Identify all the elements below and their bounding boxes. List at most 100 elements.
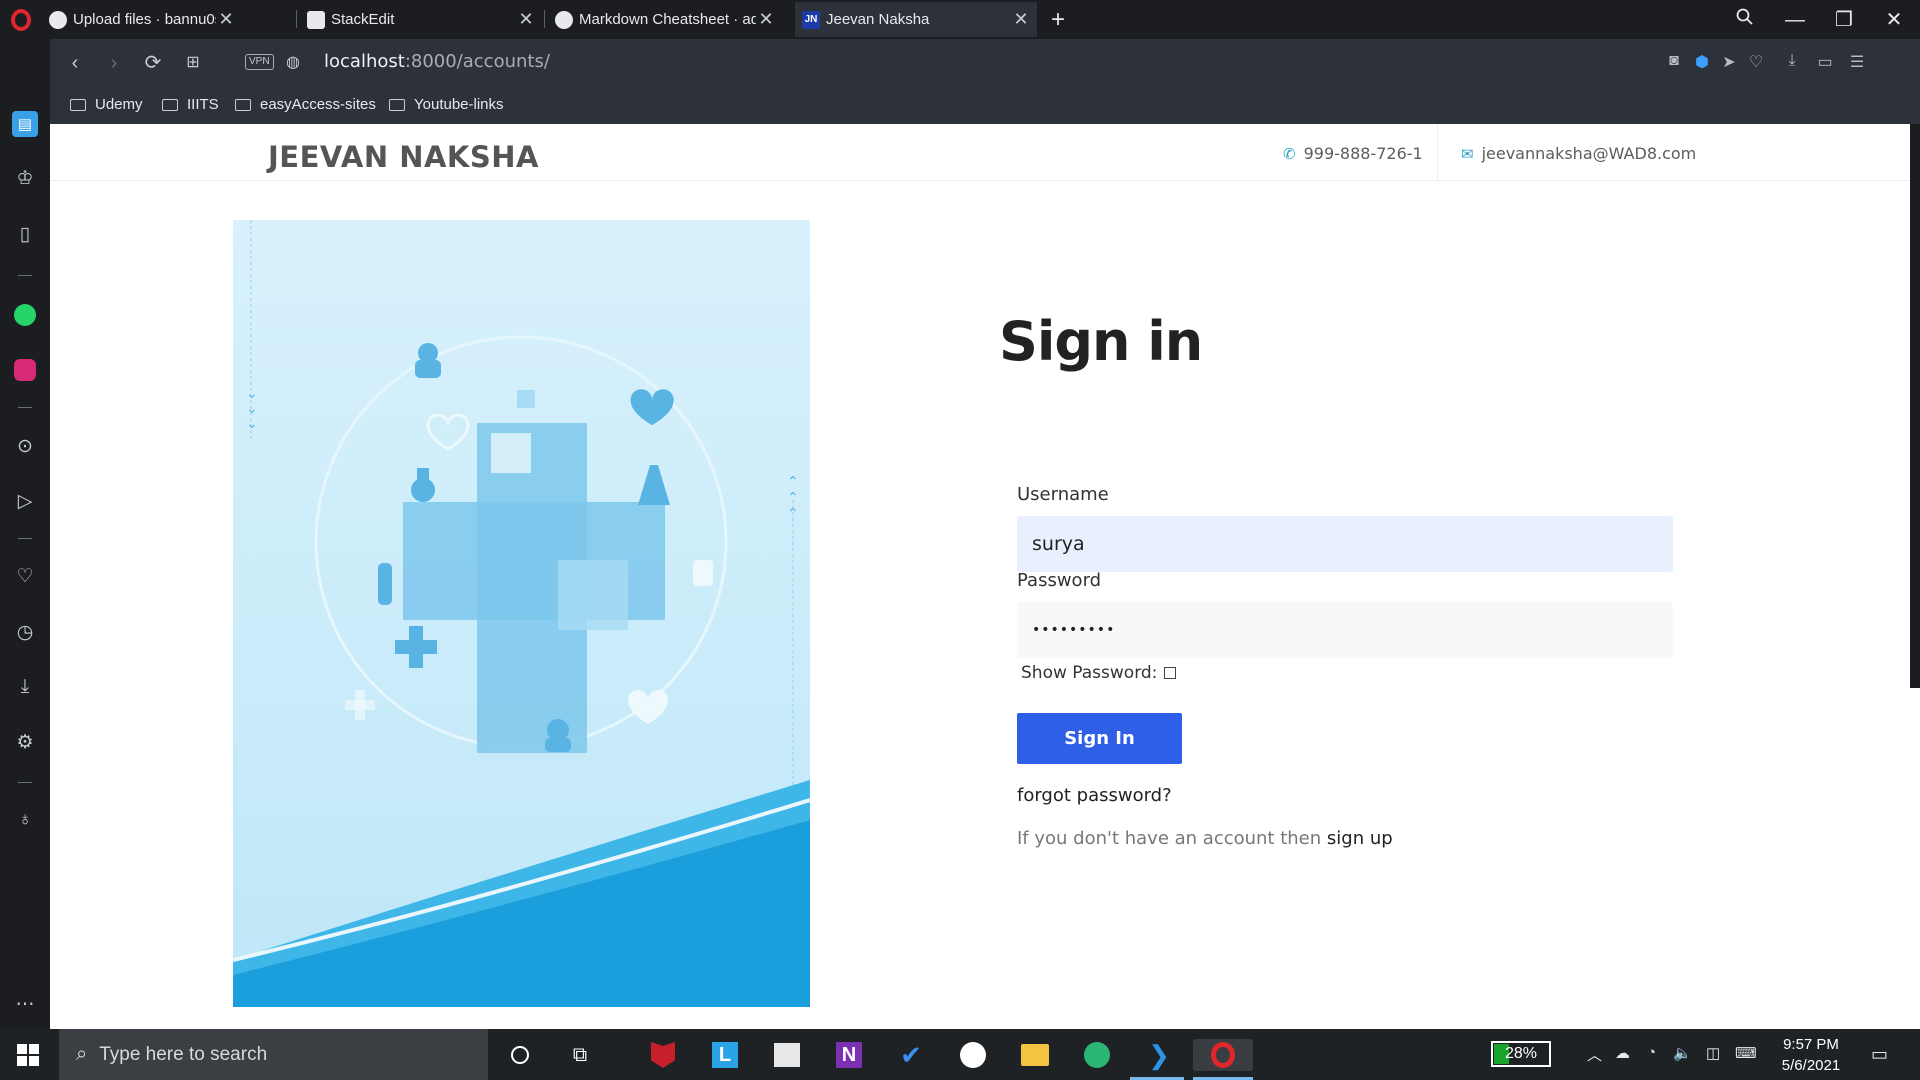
system-clock[interactable]: 9:57 PM 5/6/2021 bbox=[1773, 1034, 1849, 1076]
heart-icon[interactable]: ♡ bbox=[1745, 52, 1767, 72]
notification-icon[interactable]: ▭ bbox=[1871, 1044, 1888, 1065]
tab-title: StackEdit bbox=[331, 11, 395, 28]
microsoft-store-icon[interactable] bbox=[771, 1039, 803, 1071]
folder-icon bbox=[70, 98, 86, 111]
send-icon[interactable]: ▷ bbox=[12, 488, 38, 514]
web-page: JEEVAN NAKSHA ✆ 999-888-726-1 ✉ jeevannaks… bbox=[50, 124, 1909, 1029]
meet-now-icon[interactable]: ◫ bbox=[1706, 1044, 1720, 1062]
search-placeholder: Type here to search bbox=[99, 1043, 268, 1065]
wifi-icon[interactable]: ◔ bbox=[1647, 1044, 1656, 1061]
battery-indicator[interactable]: 28% bbox=[1491, 1041, 1551, 1067]
folder-icon bbox=[162, 98, 178, 111]
file-explorer-icon[interactable] bbox=[1019, 1039, 1051, 1071]
settings-gear-icon[interactable]: ⚙ bbox=[12, 729, 38, 755]
download-icon[interactable]: ⤓ bbox=[12, 674, 38, 700]
snapshot-icon[interactable]: ◙ bbox=[1663, 52, 1685, 70]
page-scrollbar[interactable] bbox=[1909, 124, 1920, 1029]
clock-date: 5/6/2021 bbox=[1781, 1057, 1841, 1074]
windows-taskbar: ⌕ Type here to search ⧉ L N ✔ ❯ 28% ︿ ☁ … bbox=[0, 1029, 1920, 1080]
reload-icon[interactable]: ⟳ bbox=[140, 51, 166, 75]
cortana-icon[interactable] bbox=[504, 1039, 536, 1071]
onedrive-icon[interactable]: ☁ bbox=[1615, 1044, 1630, 1062]
clock-time: 9:57 PM bbox=[1783, 1036, 1839, 1053]
show-password-checkbox[interactable] bbox=[1164, 667, 1177, 679]
crown-icon[interactable]: ♔ bbox=[12, 165, 38, 191]
new-tab-plus-icon[interactable]: + bbox=[1042, 4, 1074, 36]
scrollbar-thumb[interactable] bbox=[1910, 124, 1920, 688]
opera-taskbar-icon[interactable] bbox=[1193, 1039, 1253, 1071]
close-window-icon[interactable]: ✕ bbox=[1878, 4, 1910, 36]
workspace-icon[interactable]: ▤ bbox=[12, 111, 38, 137]
tab-stackedit[interactable]: StackEdit ✕ bbox=[300, 2, 542, 37]
volume-icon[interactable]: 🔈 bbox=[1673, 1044, 1692, 1062]
opera-sidebar: ▤ ♔ ▯ ⊙ ▷ ♡ ◷ ⤓ ⚙ ♁ ⋯ bbox=[0, 39, 50, 1029]
bookmark-folder-udemy[interactable]: Udemy bbox=[70, 96, 143, 113]
bookmark-label: easyAccess-sites bbox=[260, 96, 376, 113]
opera-logo-icon[interactable] bbox=[11, 9, 31, 31]
tab-markdown-cheatsheet[interactable]: Markdown Cheatsheet · ad ✕ bbox=[548, 2, 782, 37]
heart-icon[interactable]: ♡ bbox=[12, 563, 38, 589]
bookmark-folder-iiits[interactable]: IIITS bbox=[162, 96, 219, 113]
github-icon bbox=[555, 10, 573, 29]
mcafee-icon[interactable] bbox=[647, 1039, 679, 1071]
chevron-up-icon[interactable]: ︿ bbox=[1587, 1044, 1602, 1065]
shield-icon[interactable]: ⬢ bbox=[1691, 52, 1713, 72]
player-icon[interactable]: ⊙ bbox=[12, 433, 38, 459]
search-tabs-icon[interactable] bbox=[1729, 4, 1761, 36]
more-dots-icon[interactable]: ⋯ bbox=[12, 991, 38, 1017]
vscode-icon[interactable]: ❯ bbox=[1143, 1039, 1175, 1071]
book-icon[interactable]: ▯ bbox=[12, 221, 38, 247]
tab-title: Upload files · bannu0snake bbox=[73, 11, 216, 28]
whatsapp-icon[interactable] bbox=[12, 302, 38, 328]
windows-start-icon[interactable] bbox=[17, 1044, 39, 1066]
download-icon[interactable]: ⤓ bbox=[1781, 52, 1803, 70]
todo-check-icon[interactable]: ✔ bbox=[895, 1039, 927, 1071]
easy-setup-icon[interactable]: ☰ bbox=[1846, 52, 1868, 72]
email-contact[interactable]: ✉ jeevannaksha@WAD8.com bbox=[1461, 144, 1696, 163]
tab-upload-files[interactable]: Upload files · bannu0snake ✕ bbox=[42, 2, 242, 37]
stackedit-icon bbox=[307, 10, 325, 29]
signin-button[interactable]: Sign In bbox=[1017, 713, 1182, 764]
close-icon[interactable]: ✕ bbox=[216, 9, 236, 30]
browser-tab-bar: Upload files · bannu0snake ✕ StackEdit ✕… bbox=[0, 0, 1920, 39]
github-icon bbox=[49, 10, 67, 29]
search-icon: ⌕ bbox=[76, 1043, 88, 1065]
battery-saver-icon[interactable]: ▭ bbox=[1814, 52, 1836, 72]
brand-logo[interactable]: JEEVAN NAKSHA bbox=[268, 140, 539, 174]
edge-icon[interactable] bbox=[1081, 1039, 1113, 1071]
instagram-icon[interactable] bbox=[12, 357, 38, 383]
bookmark-folder-youtube[interactable]: Youtube-links bbox=[389, 96, 504, 113]
tab-jeevan-naksha[interactable]: JN Jeevan Naksha ✕ bbox=[795, 2, 1037, 37]
tabs-grid-icon[interactable]: ⊞ bbox=[180, 51, 206, 75]
close-icon[interactable]: ✕ bbox=[756, 9, 776, 30]
medical-illustration: ⌄ ⌄ ⌄ ⌃ ⌃ ⌃ bbox=[233, 220, 810, 1007]
forward-icon[interactable]: › bbox=[101, 51, 127, 75]
minimize-icon[interactable]: — bbox=[1779, 4, 1811, 36]
signup-prompt: If you don't have an account then sign u… bbox=[1017, 828, 1393, 849]
lightbulb-icon[interactable]: ♁ bbox=[12, 807, 38, 833]
svg-text:⌄: ⌄ bbox=[246, 416, 258, 432]
task-view-icon[interactable]: ⧉ bbox=[564, 1039, 596, 1071]
close-icon[interactable]: ✕ bbox=[1011, 9, 1031, 30]
history-icon[interactable]: ◷ bbox=[12, 619, 38, 645]
url-field[interactable]: localhost:8000/accounts/ bbox=[324, 51, 550, 72]
address-bar: ‹ › ⟳ ⊞ VPN ◍ localhost:8000/accounts/ ◙… bbox=[50, 39, 1920, 87]
word-app-icon[interactable] bbox=[957, 1039, 989, 1071]
vpn-badge[interactable]: VPN bbox=[245, 54, 274, 70]
taskbar-search[interactable]: ⌕ Type here to search bbox=[59, 1029, 488, 1080]
close-icon[interactable]: ✕ bbox=[516, 9, 536, 30]
bookmark-label: IIITS bbox=[187, 96, 219, 113]
send-icon[interactable]: ➤ bbox=[1718, 52, 1740, 72]
bookmark-folder-easyaccess[interactable]: easyAccess-sites bbox=[235, 96, 376, 113]
forgot-password-link[interactable]: forgot password? bbox=[1017, 785, 1172, 806]
show-password-row: Show Password: bbox=[1021, 663, 1177, 683]
keyboard-icon[interactable]: ⌨ bbox=[1735, 1044, 1757, 1062]
signup-link[interactable]: sign up bbox=[1327, 828, 1393, 849]
phone-contact[interactable]: ✆ 999-888-726-1 bbox=[1283, 144, 1423, 163]
restore-icon[interactable]: ❐ bbox=[1828, 4, 1860, 36]
back-icon[interactable]: ‹ bbox=[62, 51, 88, 75]
username-input[interactable] bbox=[1017, 516, 1673, 572]
l-app-icon[interactable]: L bbox=[709, 1039, 741, 1071]
password-input[interactable] bbox=[1017, 602, 1673, 658]
onenote-icon[interactable]: N bbox=[833, 1039, 865, 1071]
